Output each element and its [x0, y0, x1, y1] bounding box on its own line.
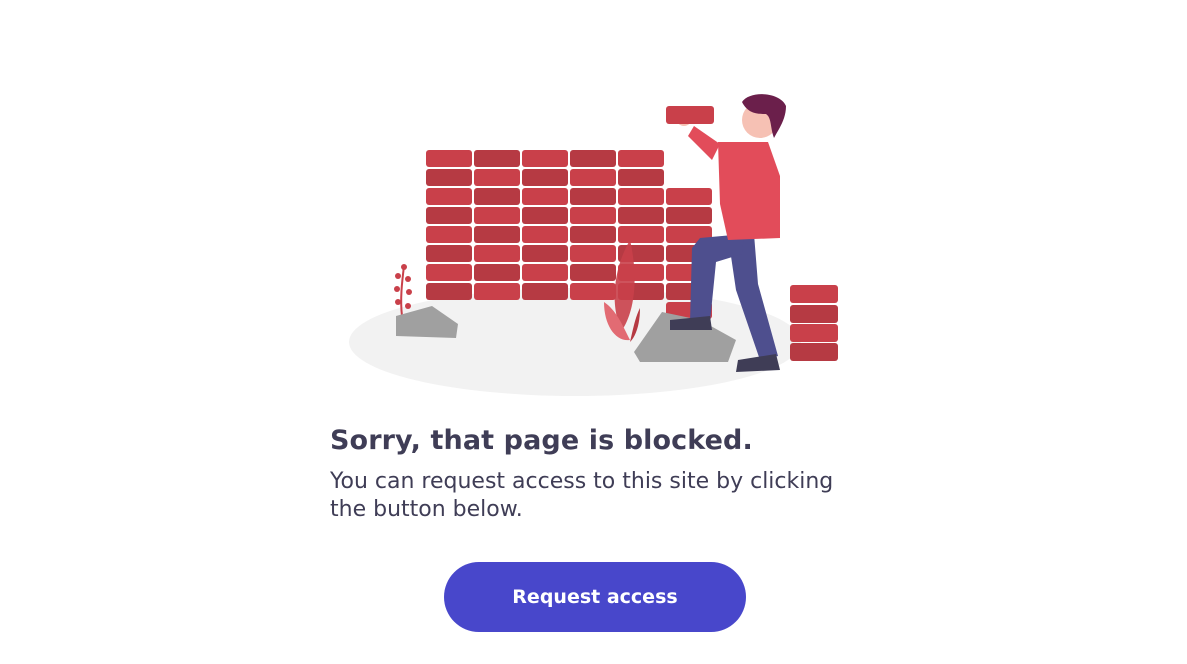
wall-brick	[618, 169, 664, 186]
wall-brick	[426, 169, 472, 186]
wall-brick	[570, 150, 616, 167]
wall-brick	[426, 245, 472, 262]
wall-brick	[618, 207, 664, 224]
wall-brick	[426, 188, 472, 205]
wall-brick	[570, 283, 616, 300]
request-access-button[interactable]: Request access	[444, 562, 746, 632]
wall-brick	[570, 188, 616, 205]
wall-brick	[570, 264, 616, 281]
wall-brick	[474, 150, 520, 167]
wall-brick	[522, 226, 568, 243]
held-brick	[666, 106, 714, 124]
wall-brick	[522, 264, 568, 281]
blocked-wall-illustration	[340, 84, 860, 404]
wall-brick	[474, 245, 520, 262]
wall-brick	[522, 150, 568, 167]
wall-brick	[618, 150, 664, 167]
wall-brick	[426, 207, 472, 224]
wall-brick	[474, 207, 520, 224]
wall-brick	[570, 245, 616, 262]
wall-brick	[522, 283, 568, 300]
wall-brick	[570, 207, 616, 224]
wall-brick	[618, 226, 664, 243]
wall-brick	[522, 169, 568, 186]
wall-brick	[522, 245, 568, 262]
wall-brick	[474, 188, 520, 205]
wall-brick	[426, 226, 472, 243]
message-block: Sorry, that page is blocked. You can req…	[330, 420, 890, 524]
wall-brick	[522, 207, 568, 224]
wall-brick	[474, 264, 520, 281]
wall-brick	[474, 283, 520, 300]
wall-brick	[618, 188, 664, 205]
wall-brick	[474, 226, 520, 243]
blocked-wall-svg	[349, 94, 838, 396]
wall-brick	[570, 226, 616, 243]
wall-brick	[570, 169, 616, 186]
brick-stack	[790, 285, 838, 361]
wall-brick	[474, 169, 520, 186]
wall-brick	[426, 283, 472, 300]
wall-brick	[426, 264, 472, 281]
wall-brick	[666, 188, 712, 205]
page-description: You can request access to this site by c…	[330, 469, 834, 522]
wall-brick	[666, 207, 712, 224]
page-title: Sorry, that page is blocked.	[330, 425, 753, 456]
wall-brick	[522, 188, 568, 205]
wall-brick	[426, 150, 472, 167]
